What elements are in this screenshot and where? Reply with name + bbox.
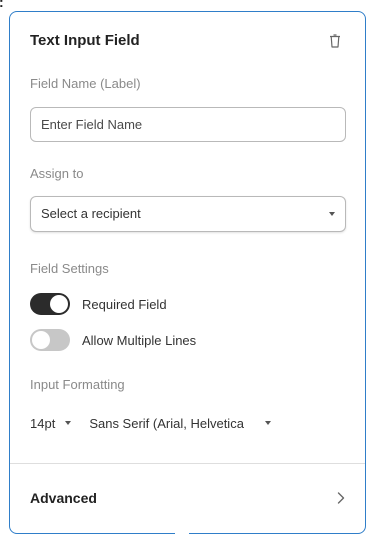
panel-title: Text Input Field bbox=[30, 32, 140, 49]
required-field-row: Required Field bbox=[30, 293, 167, 315]
chevron-down-icon bbox=[265, 421, 272, 425]
advanced-label: Advanced bbox=[30, 490, 97, 506]
field-name-input[interactable] bbox=[30, 107, 346, 142]
multiple-lines-row: Allow Multiple Lines bbox=[30, 329, 196, 351]
input-formatting-label: Input Formatting bbox=[30, 377, 125, 392]
toggle-knob bbox=[50, 295, 68, 313]
chevron-right-icon bbox=[337, 492, 345, 504]
multiple-lines-label: Allow Multiple Lines bbox=[82, 332, 197, 348]
chevron-down-icon bbox=[329, 212, 335, 216]
assign-to-label: Assign to bbox=[30, 166, 84, 181]
font-family-select[interactable]: Sans Serif (Arial, Helvetica bbox=[89, 415, 272, 431]
panel-header: Text Input Field bbox=[30, 30, 347, 52]
font-size-value: 14pt bbox=[30, 415, 56, 431]
advanced-section-button[interactable]: Advanced bbox=[10, 464, 365, 533]
multiple-lines-toggle[interactable] bbox=[30, 329, 70, 351]
toggle-knob bbox=[32, 331, 50, 349]
chevron-down-icon bbox=[65, 421, 72, 425]
required-field-toggle[interactable] bbox=[30, 293, 70, 315]
stray-colon-text: : bbox=[0, 0, 4, 10]
trash-icon[interactable] bbox=[329, 34, 341, 48]
text-input-field-panel: Text Input Field Field Name (Label) Assi… bbox=[9, 11, 366, 534]
font-size-select[interactable]: 14pt bbox=[30, 415, 72, 431]
recipient-select-value: Select a recipient bbox=[41, 206, 141, 221]
field-settings-label: Field Settings bbox=[30, 261, 109, 276]
recipient-select[interactable]: Select a recipient bbox=[30, 196, 346, 232]
field-name-label: Field Name (Label) bbox=[30, 76, 141, 91]
required-field-label: Required Field bbox=[82, 296, 167, 312]
panel-bottom-notch bbox=[175, 527, 189, 535]
font-family-value: Sans Serif (Arial, Helvetica bbox=[89, 415, 244, 431]
input-formatting-row: 14pt Sans Serif (Arial, Helvetica bbox=[30, 413, 272, 433]
